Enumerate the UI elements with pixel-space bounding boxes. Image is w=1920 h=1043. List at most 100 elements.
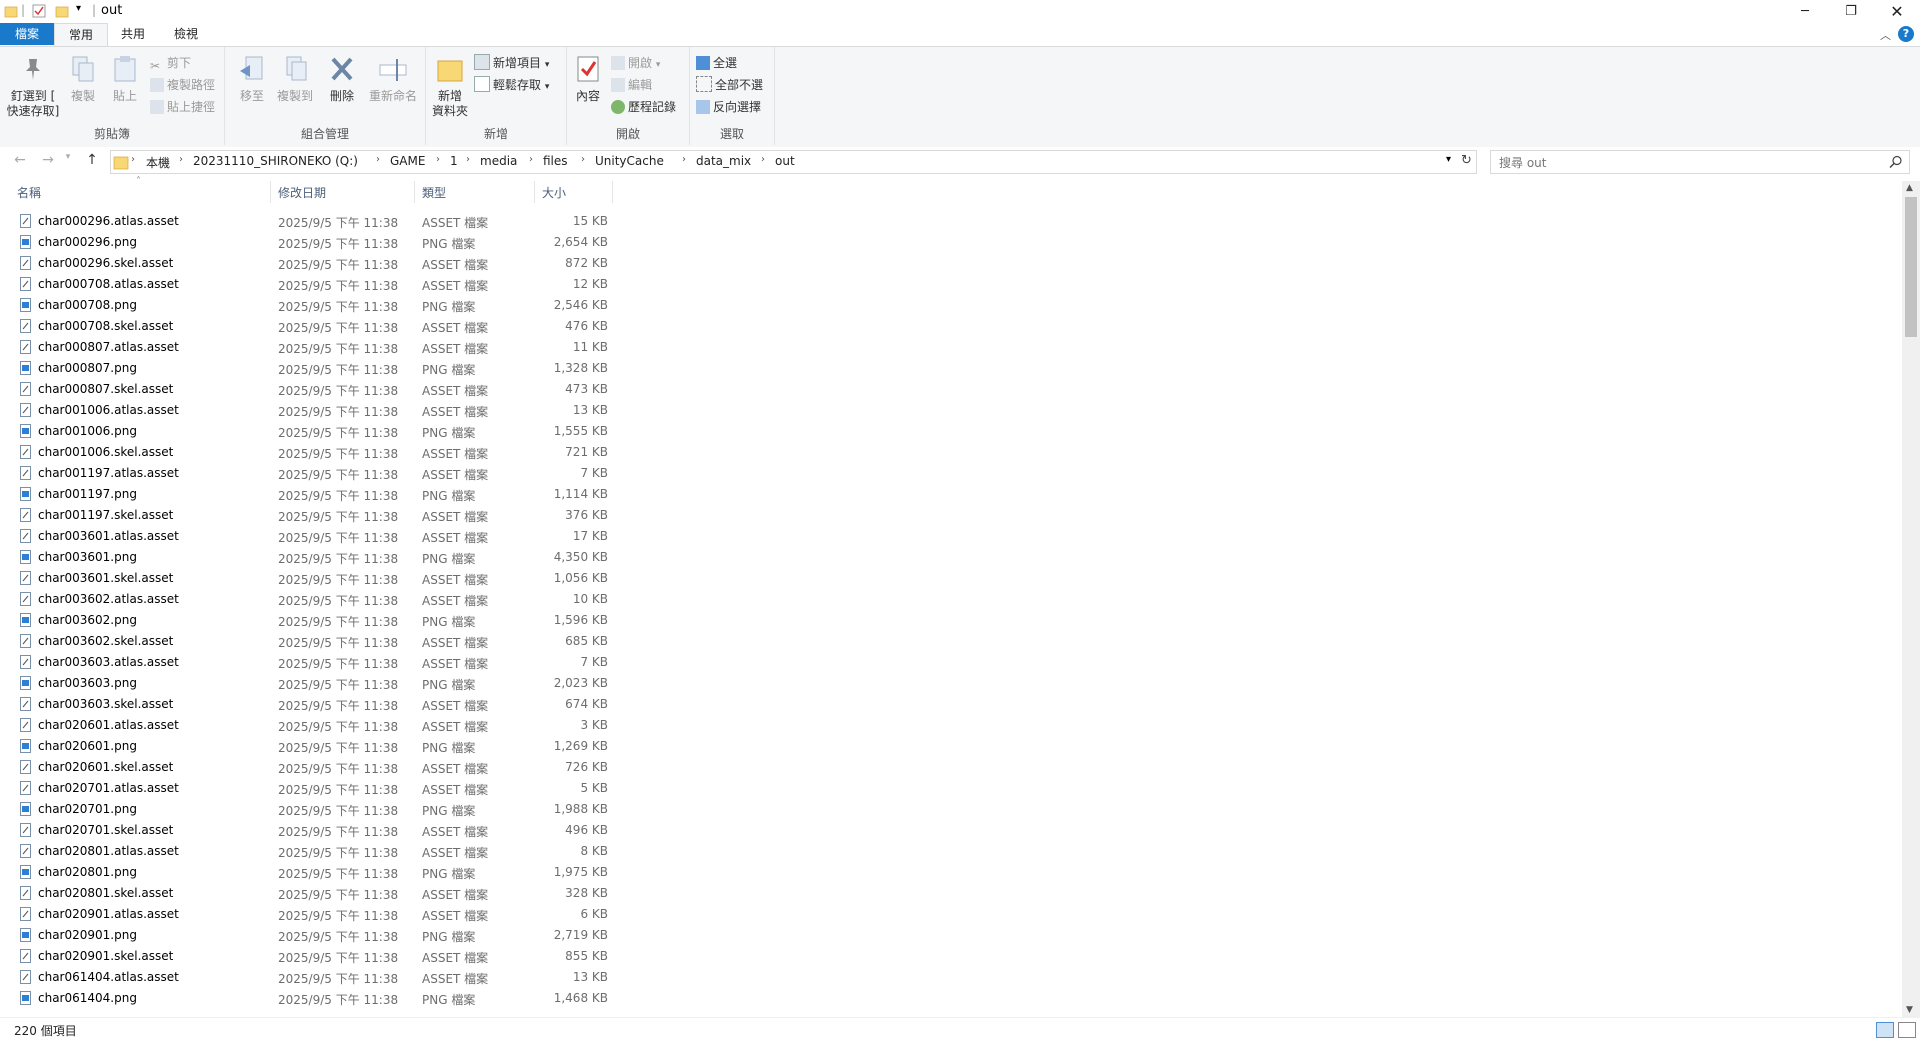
breadcrumb-item[interactable]: UnityCache: [595, 154, 664, 168]
file-row[interactable]: char003603.atlas.asset 2025/9/5 下午 11:38 A…: [0, 652, 620, 673]
move-to-button[interactable]: 移至: [235, 53, 269, 104]
breadcrumb-item[interactable]: files: [543, 154, 568, 168]
column-header-name[interactable]: 名稱: [17, 184, 41, 201]
file-row[interactable]: char020601.skel.asset 2025/9/5 下午 11:38 AS…: [0, 757, 620, 778]
file-row[interactable]: char000807.atlas.asset 2025/9/5 下午 11:38 A…: [0, 337, 620, 358]
history-button[interactable]: 歷程記錄: [611, 97, 676, 117]
pin-quick-access-button[interactable]: 釘選到 [ 快速存取]: [6, 53, 60, 119]
file-row[interactable]: char000296.png 2025/9/5 下午 11:38 PNG 檔案 2,6…: [0, 232, 620, 253]
file-row[interactable]: char003602.skel.asset 2025/9/5 下午 11:38 AS…: [0, 631, 620, 652]
delete-button[interactable]: 刪除: [325, 53, 359, 104]
open-button[interactable]: 開啟 ▾: [611, 53, 660, 73]
select-all-button[interactable]: 全選: [696, 53, 737, 73]
file-row[interactable]: char001006.skel.asset 2025/9/5 下午 11:38 AS…: [0, 442, 620, 463]
invert-selection-button[interactable]: 反向選擇: [696, 97, 761, 117]
new-item-button[interactable]: 新增項目 ▾: [474, 53, 549, 73]
breadcrumb-item[interactable]: media: [480, 154, 517, 168]
breadcrumb-separator[interactable]: ›: [179, 154, 183, 165]
up-button[interactable]: ↑: [82, 152, 102, 170]
help-icon[interactable]: ?: [1898, 26, 1914, 42]
file-row[interactable]: char001006.atlas.asset 2025/9/5 下午 11:38 A…: [0, 400, 620, 421]
quick-access-dropdown-icon[interactable]: ▾: [76, 3, 81, 14]
file-row[interactable]: char000296.atlas.asset 2025/9/5 下午 11:38 A…: [0, 211, 620, 232]
edit-button[interactable]: 編輯: [611, 75, 652, 95]
file-row[interactable]: char020601.atlas.asset 2025/9/5 下午 11:38 A…: [0, 715, 620, 736]
file-row[interactable]: char001197.atlas.asset 2025/9/5 下午 11:38 A…: [0, 463, 620, 484]
file-row[interactable]: char000807.png 2025/9/5 下午 11:38 PNG 檔案 1,3…: [0, 358, 620, 379]
breadcrumb-separator[interactable]: ›: [466, 154, 470, 165]
breadcrumb-item-current[interactable]: out: [775, 154, 795, 168]
breadcrumb-item[interactable]: 1: [450, 154, 458, 168]
file-row[interactable]: char003603.png 2025/9/5 下午 11:38 PNG 檔案 2,0…: [0, 673, 620, 694]
address-dropdown-icon[interactable]: ▾: [1446, 154, 1451, 165]
file-row[interactable]: char003603.skel.asset 2025/9/5 下午 11:38 AS…: [0, 694, 620, 715]
copy-path-button[interactable]: 複製路徑: [150, 75, 215, 95]
scroll-down-icon[interactable]: ▼: [1906, 1005, 1913, 1015]
column-divider[interactable]: [270, 181, 271, 203]
vertical-scrollbar[interactable]: ▲ ▼: [1902, 181, 1920, 1017]
file-row[interactable]: char061404.atlas.asset 2025/9/5 下午 11:38 A…: [0, 967, 620, 988]
file-row[interactable]: char003601.png 2025/9/5 下午 11:38 PNG 檔案 4,3…: [0, 547, 620, 568]
tab-share[interactable]: 共用: [107, 23, 159, 45]
address-bar[interactable]: › 本機 › 20231110_SHIRONEKO (Q:) › GAME › …: [110, 150, 1477, 174]
scroll-up-icon[interactable]: ▲: [1906, 183, 1913, 193]
collapse-ribbon-icon[interactable]: ︿: [1880, 27, 1891, 43]
search-icon[interactable]: [1889, 155, 1903, 169]
paste-button[interactable]: 貼上: [108, 53, 142, 104]
cut-button[interactable]: ✂ 剪下: [150, 53, 191, 73]
column-divider[interactable]: [612, 181, 613, 203]
file-row[interactable]: char001197.skel.asset 2025/9/5 下午 11:38 AS…: [0, 505, 620, 526]
tab-view[interactable]: 檢視: [160, 23, 212, 45]
paste-shortcut-button[interactable]: 貼上捷徑: [150, 97, 215, 117]
file-row[interactable]: char020701.png 2025/9/5 下午 11:38 PNG 檔案 1,9…: [0, 799, 620, 820]
new-folder-button[interactable]: 新增 資料夾: [430, 53, 470, 119]
file-row[interactable]: char000807.skel.asset 2025/9/5 下午 11:38 AS…: [0, 379, 620, 400]
close-button[interactable]: ✕: [1874, 0, 1920, 23]
properties-button[interactable]: 內容: [571, 53, 605, 104]
file-row[interactable]: char020801.atlas.asset 2025/9/5 下午 11:38 A…: [0, 841, 620, 862]
back-button[interactable]: ←: [10, 152, 30, 170]
large-icons-view-icon[interactable]: [1898, 1022, 1916, 1038]
breadcrumb-separator[interactable]: ›: [529, 154, 533, 165]
column-header-date[interactable]: 修改日期: [278, 184, 326, 201]
easy-access-button[interactable]: 輕鬆存取 ▾: [474, 75, 549, 95]
column-header-type[interactable]: 類型: [422, 184, 446, 201]
file-row[interactable]: char020601.png 2025/9/5 下午 11:38 PNG 檔案 1,2…: [0, 736, 620, 757]
file-row[interactable]: char001197.png 2025/9/5 下午 11:38 PNG 檔案 1,1…: [0, 484, 620, 505]
copy-to-button[interactable]: 複製到: [273, 53, 317, 104]
breadcrumb-item[interactable]: 20231110_SHIRONEKO (Q:): [193, 154, 358, 168]
breadcrumb-separator[interactable]: ›: [761, 154, 765, 165]
tab-file[interactable]: 檔案: [0, 23, 54, 45]
file-row[interactable]: char000708.png 2025/9/5 下午 11:38 PNG 檔案 2,5…: [0, 295, 620, 316]
tab-home[interactable]: 常用: [54, 23, 109, 46]
scrollbar-thumb[interactable]: [1905, 197, 1917, 337]
file-row[interactable]: char020901.atlas.asset 2025/9/5 下午 11:38 A…: [0, 904, 620, 925]
file-row[interactable]: char003602.atlas.asset 2025/9/5 下午 11:38 A…: [0, 589, 620, 610]
column-header-size[interactable]: 大小: [542, 184, 566, 201]
details-view-icon[interactable]: [1876, 1022, 1894, 1038]
file-row[interactable]: char000708.atlas.asset 2025/9/5 下午 11:38 A…: [0, 274, 620, 295]
file-row[interactable]: char061404.png 2025/9/5 下午 11:38 PNG 檔案 1,4…: [0, 988, 620, 1009]
breadcrumb-separator[interactable]: ›: [436, 154, 440, 165]
properties-icon[interactable]: [32, 4, 46, 18]
breadcrumb-separator[interactable]: ›: [581, 154, 585, 165]
file-row[interactable]: char003601.atlas.asset 2025/9/5 下午 11:38 A…: [0, 526, 620, 547]
file-row[interactable]: char000708.skel.asset 2025/9/5 下午 11:38 AS…: [0, 316, 620, 337]
new-folder-icon[interactable]: [55, 4, 69, 18]
recent-locations-button[interactable]: ▾: [62, 152, 74, 170]
search-input[interactable]: 搜尋 out: [1499, 154, 1546, 171]
file-row[interactable]: char003602.png 2025/9/5 下午 11:38 PNG 檔案 1,5…: [0, 610, 620, 631]
file-row[interactable]: char020801.skel.asset 2025/9/5 下午 11:38 AS…: [0, 883, 620, 904]
file-row[interactable]: char020901.skel.asset 2025/9/5 下午 11:38 AS…: [0, 946, 620, 967]
file-row[interactable]: char020701.skel.asset 2025/9/5 下午 11:38 AS…: [0, 820, 620, 841]
column-divider[interactable]: [414, 181, 415, 203]
forward-button[interactable]: →: [38, 152, 58, 170]
minimize-button[interactable]: ─: [1782, 0, 1828, 23]
maximize-button[interactable]: ❐: [1828, 0, 1874, 23]
file-row[interactable]: char001006.png 2025/9/5 下午 11:38 PNG 檔案 1,5…: [0, 421, 620, 442]
file-row[interactable]: char020901.png 2025/9/5 下午 11:38 PNG 檔案 2,7…: [0, 925, 620, 946]
search-box[interactable]: 搜尋 out: [1490, 150, 1910, 174]
select-none-button[interactable]: 全部不選: [696, 75, 763, 95]
file-row[interactable]: char003601.skel.asset 2025/9/5 下午 11:38 AS…: [0, 568, 620, 589]
rename-button[interactable]: 重新命名: [365, 53, 421, 104]
